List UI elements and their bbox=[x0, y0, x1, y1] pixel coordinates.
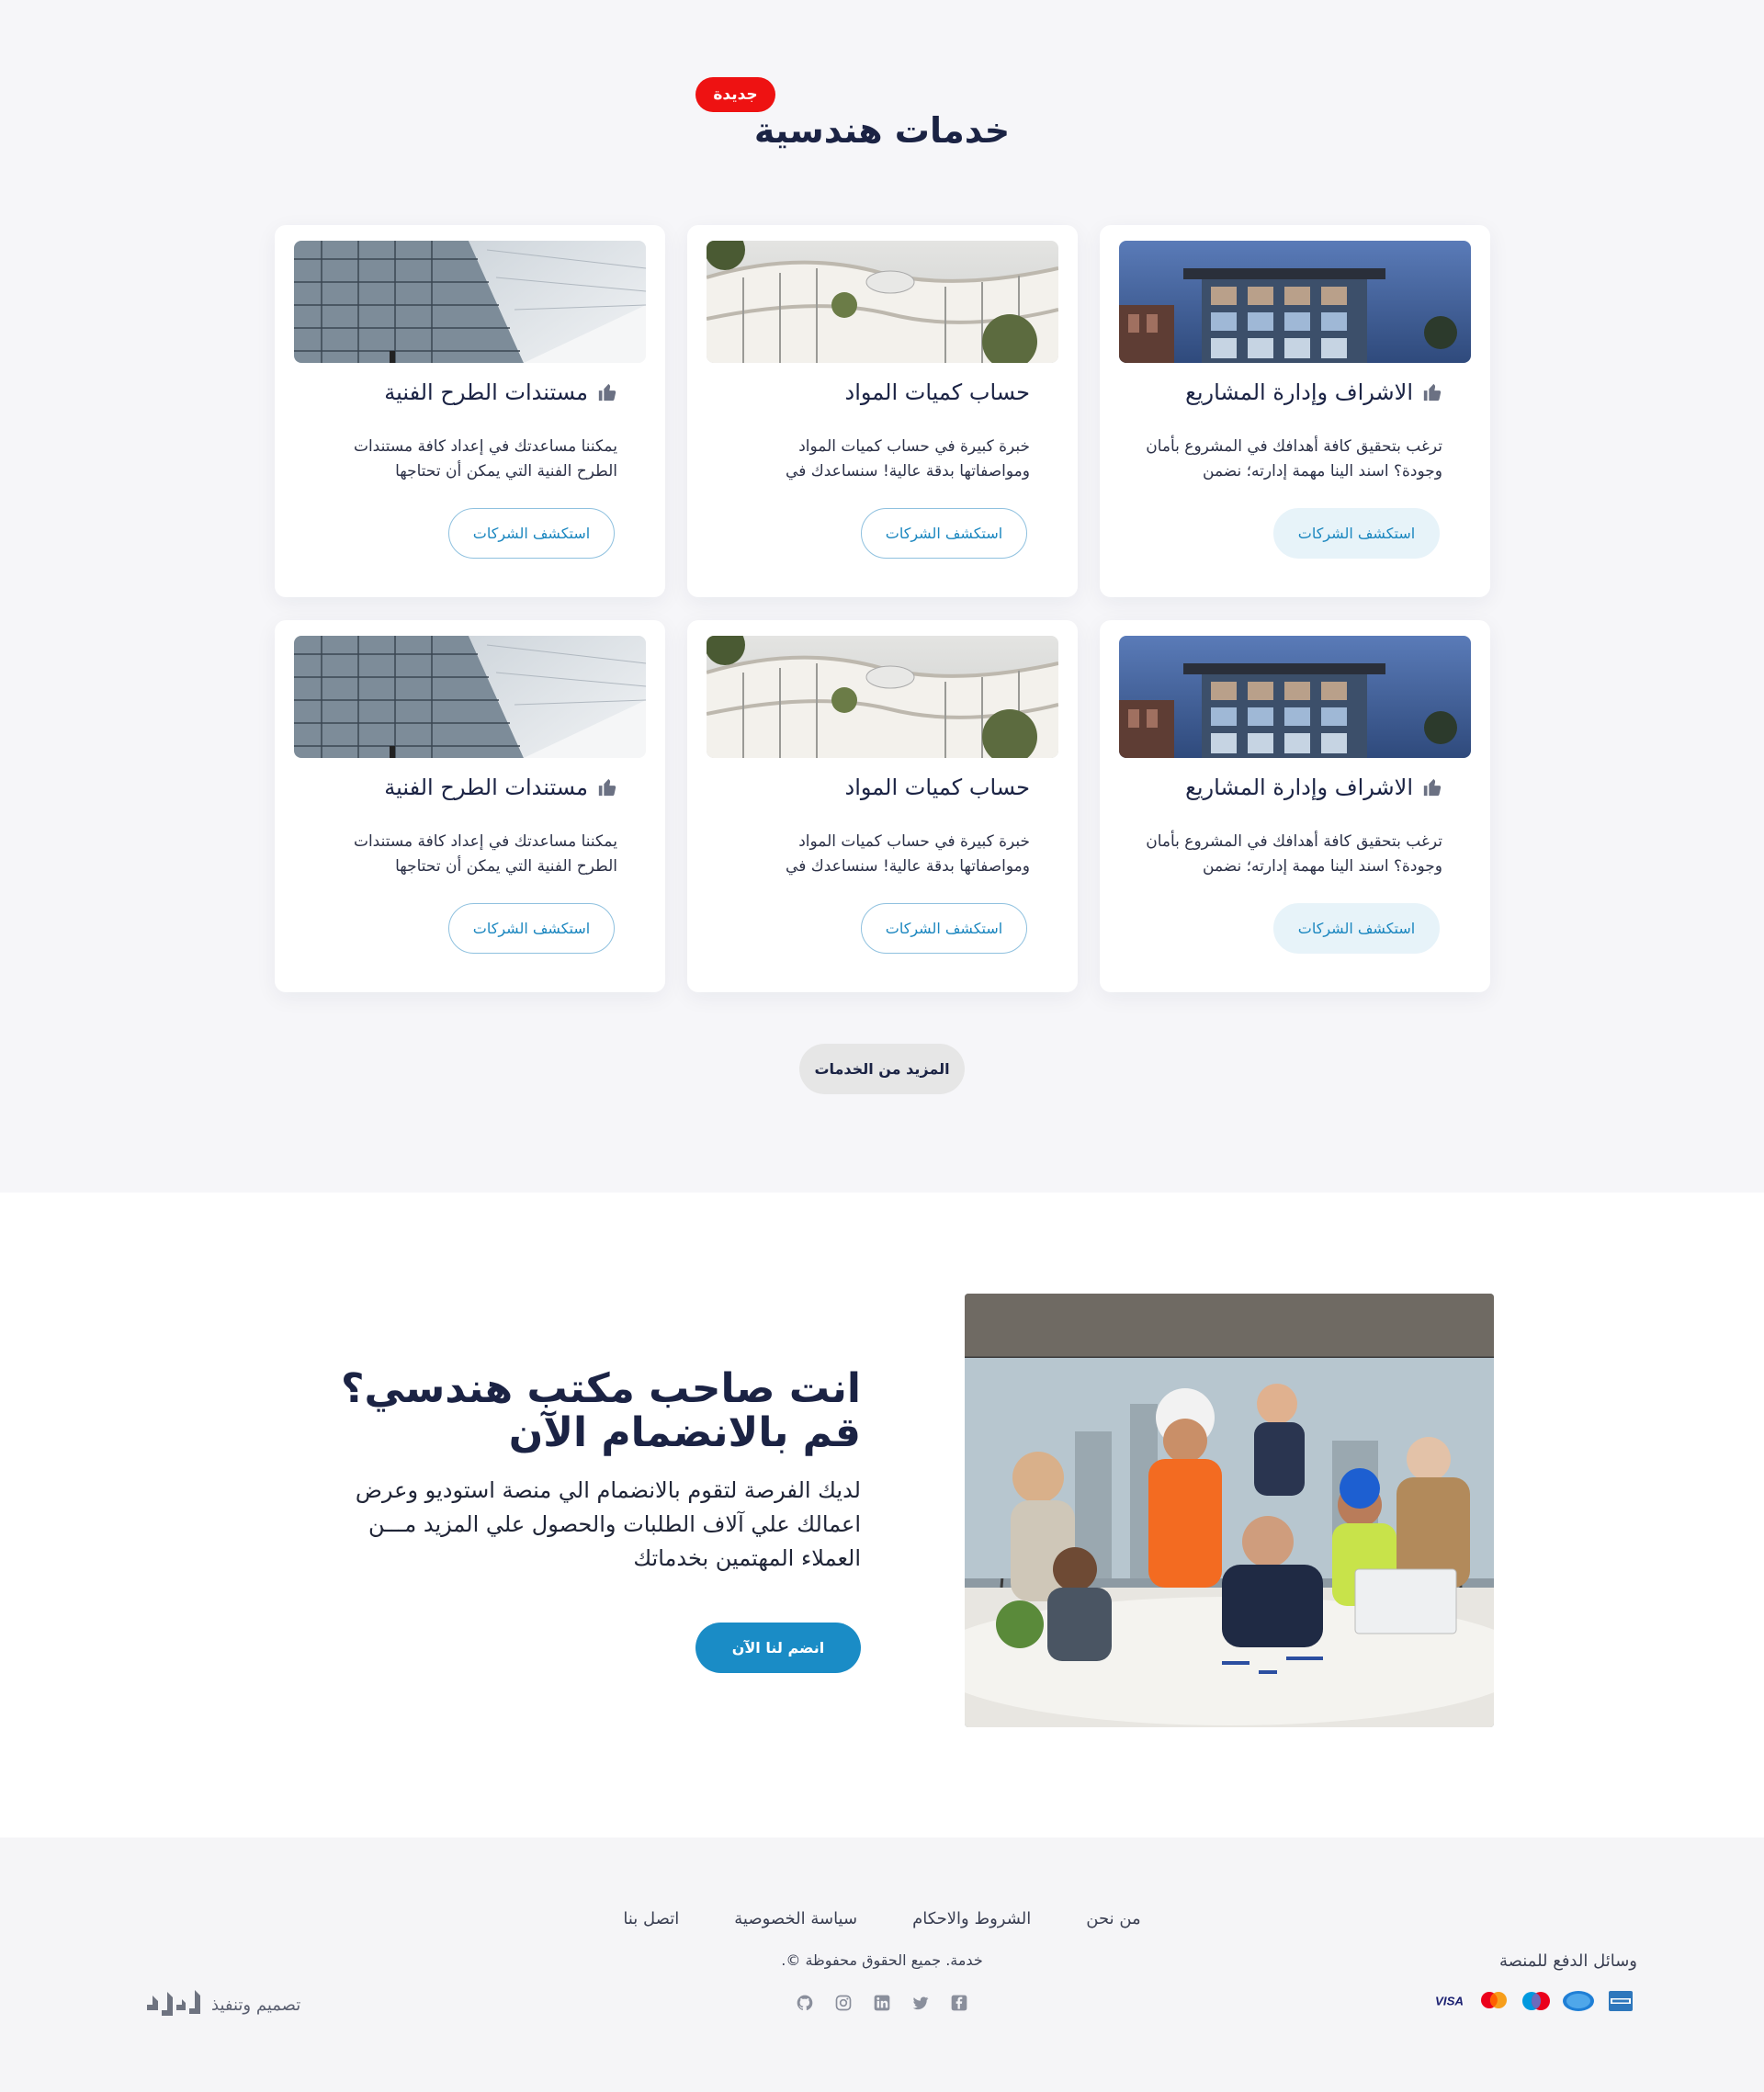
service-title: حساب كميات المواد bbox=[844, 775, 1030, 800]
join-heading-line1: انت صاحب مكتب هندسي؟ bbox=[340, 1365, 861, 1412]
footer-link-terms[interactable]: الشروط والاحكام bbox=[912, 1909, 1031, 1928]
explore-companies-button[interactable]: استكشف الشركات bbox=[448, 903, 615, 954]
footer-link-contact[interactable]: اتصل بنا bbox=[623, 1909, 679, 1928]
thumbs-up-icon bbox=[1423, 383, 1442, 401]
join-now-button[interactable]: انضم لنا الآن bbox=[695, 1623, 861, 1673]
thumbs-up-icon bbox=[598, 778, 616, 797]
services-section: جديدة خدمات هندسية الاشراف وإدارة المشار… bbox=[0, 0, 1764, 1193]
github-icon[interactable] bbox=[796, 1994, 814, 2012]
join-description: لديك الفرصة لتقوم بالانضمام الي منصة است… bbox=[355, 1477, 861, 1571]
design-credit-text: تصميم وتنفيذ bbox=[211, 1995, 301, 2015]
section-title: خدمات هندسية bbox=[753, 110, 1011, 151]
service-title: الاشراف وإدارة المشاريع bbox=[1185, 775, 1442, 800]
team-meeting-image bbox=[965, 1294, 1494, 1727]
service-title: حساب كميات المواد bbox=[844, 379, 1030, 405]
service-image bbox=[1119, 241, 1471, 363]
explore-companies-button[interactable]: استكشف الشركات bbox=[1273, 903, 1440, 954]
service-description: يمكننا مساعدتك في إعداد كافة مستندات الط… bbox=[353, 832, 617, 876]
explore-companies-button[interactable]: استكشف الشركات bbox=[1273, 508, 1440, 559]
service-description: ترغب بتحقيق كافة أهدافك في المشروع بأمان… bbox=[1146, 437, 1442, 481]
payment-methods-label: وسائل الدفع للمنصة bbox=[1498, 1951, 1637, 1971]
service-image bbox=[1119, 636, 1471, 758]
explore-companies-button[interactable]: استكشف الشركات bbox=[448, 508, 615, 559]
service-title: مستندات الطرح الفنية bbox=[384, 379, 617, 405]
linkedin-icon[interactable] bbox=[873, 1994, 891, 2012]
service-description: يمكننا مساعدتك في إعداد كافة مستندات الط… bbox=[353, 437, 617, 481]
service-title: مستندات الطرح الفنية bbox=[384, 775, 617, 800]
twitter-icon[interactable] bbox=[911, 1994, 930, 2012]
visa-icon: VISA bbox=[1435, 1990, 1468, 2012]
service-image bbox=[707, 241, 1058, 363]
service-card: حساب كميات المواد خبرة كبيرة في حساب كمي… bbox=[687, 620, 1078, 992]
new-badge: جديدة bbox=[695, 77, 775, 112]
service-image bbox=[707, 636, 1058, 758]
service-card: حساب كميات المواد خبرة كبيرة في حساب كمي… bbox=[687, 225, 1078, 597]
maestro-icon bbox=[1520, 1990, 1553, 2012]
svg-text:VISA: VISA bbox=[1435, 1995, 1464, 2008]
thumbs-up-icon bbox=[1423, 778, 1442, 797]
payment-methods: VISA bbox=[1435, 1990, 1637, 2012]
design-credit: تصميم وتنفيذ bbox=[145, 1988, 300, 2021]
footer-link-about[interactable]: من نحن bbox=[1086, 1909, 1140, 1928]
footer-nav: من نحن الشروط والاحكام سياسة الخصوصية ات… bbox=[0, 1909, 1764, 1928]
service-title: الاشراف وإدارة المشاريع bbox=[1185, 379, 1442, 405]
service-description: ترغب بتحقيق كافة أهدافك في المشروع بأمان… bbox=[1146, 832, 1442, 876]
service-card: الاشراف وإدارة المشاريع ترغب بتحقيق كافة… bbox=[1100, 225, 1490, 597]
service-card: الاشراف وإدارة المشاريع ترغب بتحقيق كافة… bbox=[1100, 620, 1490, 992]
explore-companies-button[interactable]: استكشف الشركات bbox=[861, 903, 1027, 954]
cirrus-icon bbox=[1562, 1990, 1595, 2012]
facebook-icon[interactable] bbox=[950, 1994, 968, 2012]
service-image bbox=[294, 241, 646, 363]
service-description: خبرة كبيرة في حساب كميات المواد ومواصفات… bbox=[786, 832, 1030, 876]
service-card: مستندات الطرح الفنية يمكننا مساعدتك في إ… bbox=[275, 225, 665, 597]
join-section: انت صاحب مكتب هندسي؟ قم بالانضمام الآن ل… bbox=[0, 1193, 1764, 1838]
join-heading: انت صاحب مكتب هندسي؟ قم بالانضمام الآن bbox=[276, 1367, 861, 1455]
rowad-logo bbox=[147, 1990, 200, 2016]
mastercard-icon bbox=[1477, 1990, 1510, 2012]
explore-companies-button[interactable]: استكشف الشركات bbox=[861, 508, 1027, 559]
more-services-button[interactable]: المزيد من الخدمات bbox=[799, 1044, 965, 1094]
service-image bbox=[294, 636, 646, 758]
footer-link-privacy[interactable]: سياسة الخصوصية bbox=[734, 1909, 857, 1928]
american-express-icon bbox=[1604, 1990, 1637, 2012]
thumbs-up-icon bbox=[598, 383, 616, 401]
footer: من نحن الشروط والاحكام سياسة الخصوصية ات… bbox=[0, 1838, 1764, 2092]
instagram-icon[interactable] bbox=[834, 1994, 853, 2012]
service-description: خبرة كبيرة في حساب كميات المواد ومواصفات… bbox=[786, 437, 1030, 481]
join-heading-line2: قم بالانضمام الآن bbox=[508, 1409, 861, 1456]
service-card: مستندات الطرح الفنية يمكننا مساعدتك في إ… bbox=[275, 620, 665, 992]
